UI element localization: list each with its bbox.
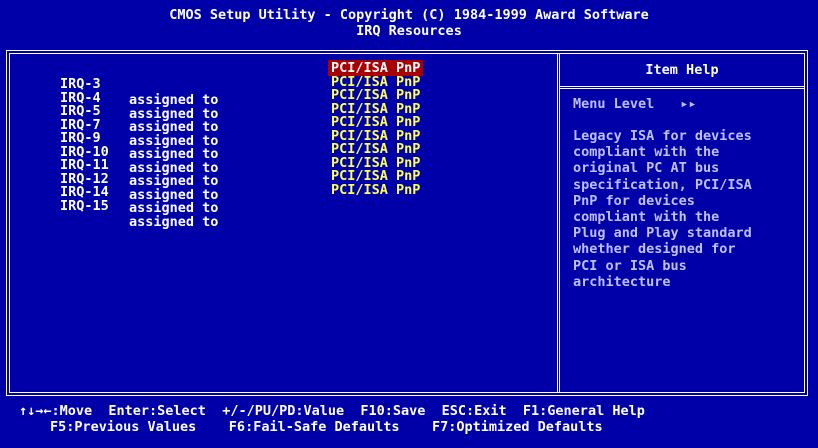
item-help-title: Item Help <box>645 62 719 78</box>
app-title: CMOS Setup Utility - Copyright (C) 1984-… <box>169 7 649 23</box>
setting-row-irq12[interactable]: IRQ-12 assigned to PCI/ISA PnP <box>60 155 420 203</box>
setting-row-irq4[interactable]: IRQ-4 assigned to PCI/ISA PnP <box>60 74 420 122</box>
setting-row-irq5[interactable]: IRQ-5 assigned to PCI/ISA PnP <box>60 87 420 135</box>
help-title-divider <box>560 86 804 89</box>
menu-level: Menu Level ▸▸ <box>573 96 697 112</box>
setting-row-irq14[interactable]: IRQ-14 assigned to PCI/ISA PnP <box>60 168 420 216</box>
header: CMOS Setup Utility - Copyright (C) 1984-… <box>0 0 818 48</box>
setting-row-irq10[interactable]: IRQ-10 assigned to PCI/ISA PnP <box>60 128 420 176</box>
setting-row-irq9[interactable]: IRQ-9 assigned to PCI/ISA PnP <box>60 114 420 162</box>
key-legend-line-1: ↑↓→←:Move Enter:Select +/-/PU/PD:Value F… <box>19 403 645 419</box>
settings-list: IRQ-3 assigned to PCI/ISA PnP IRQ-4 assi… <box>60 60 424 230</box>
menu-level-label: Menu Level <box>573 96 655 112</box>
panel-divider <box>557 53 560 393</box>
menu-level-arrows-icon: ▸▸ <box>680 96 697 112</box>
setting-row-irq7[interactable]: IRQ-7 assigned to PCI/ISA PnP <box>60 101 420 149</box>
setting-value[interactable]: PCI/ISA PnP <box>328 182 423 198</box>
page-title: IRQ Resources <box>356 23 462 39</box>
setting-label-suffix: assigned to <box>129 213 219 230</box>
setting-row-irq15[interactable]: IRQ-15 assigned to PCI/ISA PnP <box>60 182 420 230</box>
key-legend-line-2: F5:Previous Values F6:Fail-Safe Defaults… <box>50 419 603 435</box>
setting-row-irq3[interactable]: IRQ-3 assigned to PCI/ISA PnP <box>60 60 424 108</box>
item-help-text: Legacy ISA for devices compliant with th… <box>573 128 752 290</box>
setting-row-irq11[interactable]: IRQ-11 assigned to PCI/ISA PnP <box>60 141 420 189</box>
setting-label: IRQ-15 <box>60 197 109 214</box>
